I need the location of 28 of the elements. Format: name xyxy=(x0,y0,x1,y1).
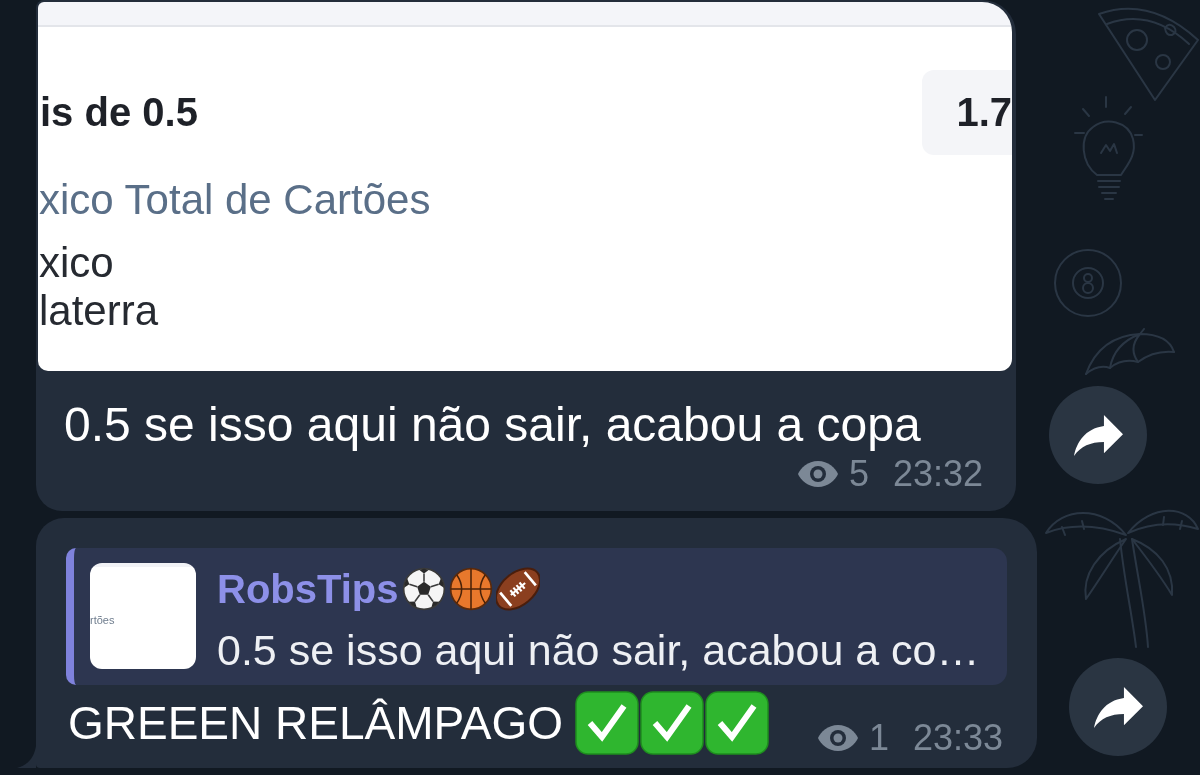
message-text: GREEEN RELÂMPAGO xyxy=(68,696,564,751)
reply-quote[interactable]: rtões RobsTips 0.5 se isso aqui não sair, acabou a co… xyxy=(66,548,1007,685)
bet-slip-screenshot[interactable]: is de 0.5 1.7 xico Total de Cartões xico laterra xyxy=(38,2,1012,371)
view-count: 5 xyxy=(848,454,869,494)
share-arrow-icon xyxy=(1093,686,1143,728)
check-mark-icon xyxy=(705,691,770,755)
message-text: 0.5 se isso aqui não sair, acabou a copa xyxy=(64,397,922,453)
soccer-ball-icon xyxy=(401,567,446,611)
message-time: 23:32 xyxy=(892,454,983,494)
odds-button: 1.7 xyxy=(922,70,1012,155)
american-football-icon xyxy=(495,567,540,611)
team-name: xico xyxy=(38,239,115,287)
share-arrow-icon xyxy=(1073,414,1123,456)
check-mark-icon xyxy=(575,691,640,755)
view-count: 1 xyxy=(868,718,889,758)
thumbnail-text: rtões xyxy=(90,614,115,626)
eye-icon xyxy=(816,724,859,752)
quoted-text: 0.5 se isso aqui não sair, acabou a co… xyxy=(217,625,980,675)
team-name: laterra xyxy=(38,287,160,335)
market-title: xico Total de Cartões xyxy=(38,177,432,223)
billiard-ball-icon xyxy=(1053,248,1123,318)
market-text: is de 0.5 xyxy=(39,90,198,135)
check-mark-icon xyxy=(640,691,705,755)
umbrella-icon xyxy=(1082,328,1177,378)
basketball-icon xyxy=(448,567,493,611)
message-time: 23:33 xyxy=(912,718,1003,758)
eye-icon xyxy=(796,460,839,488)
author-name: RobsTips xyxy=(217,566,399,612)
